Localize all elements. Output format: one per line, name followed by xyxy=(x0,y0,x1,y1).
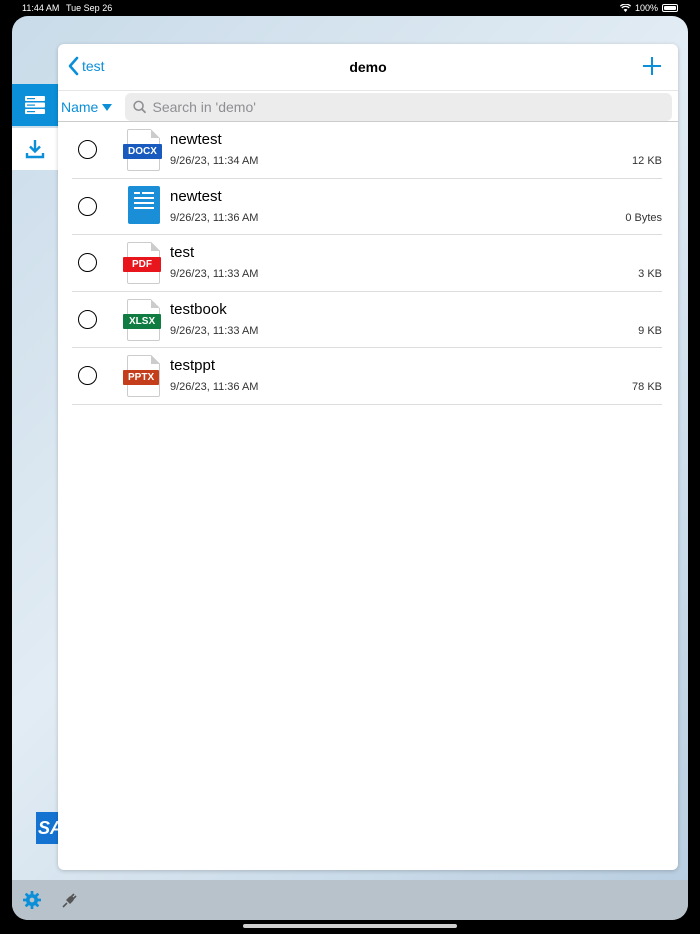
text-file-icon xyxy=(123,185,163,228)
file-list: DOCX newtest 9/26/23, 11:34 AM 12 KB new… xyxy=(58,122,678,405)
app-screen: SA test demo Name xyxy=(12,16,688,920)
home-indicator xyxy=(243,924,457,928)
file-row[interactable]: PPTX testppt 9/26/23, 11:36 AM 78 KB xyxy=(72,348,662,405)
wifi-icon xyxy=(619,4,631,12)
file-size: 0 Bytes xyxy=(625,211,662,224)
status-right: 100% xyxy=(619,3,678,13)
file-size: 3 KB xyxy=(638,268,662,280)
select-radio[interactable] xyxy=(78,253,97,272)
sort-by-button[interactable]: Name xyxy=(61,99,113,115)
plug-icon[interactable] xyxy=(60,890,80,910)
triangle-down-icon xyxy=(102,103,113,111)
bottom-toolbar xyxy=(12,880,688,920)
search-row: Name xyxy=(58,90,678,122)
file-size: 9 KB xyxy=(638,324,662,337)
file-type-badge: PPTX xyxy=(123,370,160,385)
download-tab-button[interactable] xyxy=(12,128,58,170)
pptx-file-icon: PPTX xyxy=(123,355,163,397)
status-bar: 11:44 AM Tue Sep 26 100% xyxy=(0,0,700,16)
file-name: testppt xyxy=(170,357,216,374)
search-box[interactable] xyxy=(125,93,672,121)
file-row[interactable]: DOCX newtest 9/26/23, 11:34 AM 12 KB xyxy=(72,122,662,179)
file-date: 9/26/23, 11:33 AM xyxy=(170,268,259,280)
file-row[interactable]: PDF test 9/26/23, 11:33 AM 3 KB xyxy=(72,235,662,292)
file-name: newtest xyxy=(170,131,222,148)
add-button[interactable] xyxy=(642,56,662,76)
file-row[interactable]: newtest 9/26/23, 11:36 AM 0 Bytes xyxy=(72,179,662,235)
xlsx-file-icon: XLSX xyxy=(123,298,163,341)
storage-tab-button[interactable] xyxy=(12,84,58,126)
file-date: 9/26/23, 11:33 AM xyxy=(170,324,259,337)
file-name: testbook xyxy=(170,300,227,318)
docx-file-icon: DOCX xyxy=(123,129,163,171)
file-type-badge: XLSX xyxy=(123,313,162,329)
download-icon xyxy=(25,140,45,159)
file-name: newtest xyxy=(170,187,222,205)
file-size: 12 KB xyxy=(632,155,662,167)
battery-percent: 100% xyxy=(634,3,658,13)
file-type-badge: DOCX xyxy=(123,144,162,159)
file-date: 9/26/23, 11:36 AM xyxy=(170,211,259,224)
file-type-badge: PDF xyxy=(123,257,161,272)
file-browser-panel: test demo Name DOCX xyxy=(58,44,678,870)
file-name: test xyxy=(170,244,195,261)
sort-label: Name xyxy=(61,99,99,115)
search-input[interactable] xyxy=(152,99,672,115)
select-radio[interactable] xyxy=(78,366,97,385)
file-size: 78 KB xyxy=(632,381,662,393)
battery-icon xyxy=(662,4,678,12)
select-radio[interactable] xyxy=(78,196,97,216)
select-radio[interactable] xyxy=(78,140,97,159)
file-row[interactable]: XLSX testbook 9/26/23, 11:33 AM 9 KB xyxy=(72,292,662,348)
file-date: 9/26/23, 11:34 AM xyxy=(170,155,259,167)
file-date: 9/26/23, 11:36 AM xyxy=(170,381,259,393)
status-time: 11:44 AM xyxy=(22,3,60,13)
gear-icon[interactable] xyxy=(22,890,42,910)
navigation-bar: test demo xyxy=(58,44,678,90)
server-stack-icon xyxy=(25,96,45,114)
select-radio[interactable] xyxy=(78,309,97,329)
pdf-file-icon: PDF xyxy=(123,242,163,284)
sap-logo: SA xyxy=(36,812,60,844)
status-date: Tue Sep 26 xyxy=(66,3,113,13)
magnifier-icon xyxy=(133,100,147,114)
page-title: demo xyxy=(349,59,387,75)
